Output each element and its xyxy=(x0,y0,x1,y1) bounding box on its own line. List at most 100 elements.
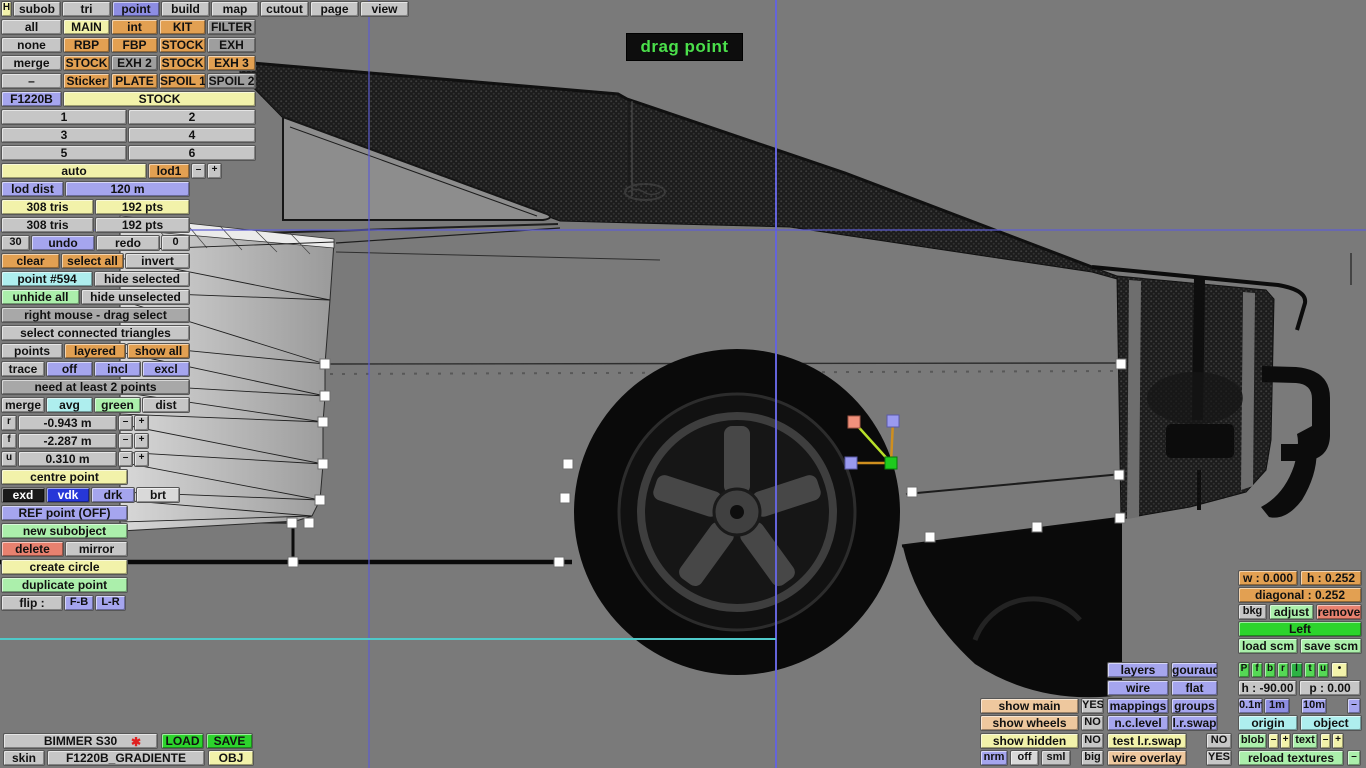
btn-show-wheels[interactable]: show wheels xyxy=(980,715,1079,731)
btn-unhide-all[interactable]: unhide all xyxy=(1,289,80,305)
btn-green[interactable]: green xyxy=(94,397,141,413)
selected-point[interactable] xyxy=(286,517,298,529)
btn-big[interactable]: big xyxy=(1081,750,1104,766)
btn-hide-selected[interactable]: hide selected xyxy=(94,271,190,287)
btn-308-tris[interactable]: 308 tris xyxy=(1,217,94,233)
btn-select-all[interactable]: select all xyxy=(61,253,124,269)
btn-exh-3[interactable]: EXH 3 xyxy=(207,55,256,71)
btn-n-c-level[interactable]: n.c.level xyxy=(1107,715,1169,731)
btn-show-all[interactable]: show all xyxy=(127,343,190,359)
btn-brt[interactable]: brt xyxy=(136,487,180,503)
btn-30[interactable]: 30 xyxy=(1,235,30,251)
btn-remove[interactable]: remove xyxy=(1316,604,1362,620)
selected-point[interactable] xyxy=(559,492,571,504)
btn-l-r[interactable]: L-R xyxy=(95,595,126,611)
btn-308-tris[interactable]: 308 tris xyxy=(1,199,94,215)
btn-auto[interactable]: auto xyxy=(1,163,147,179)
selected-point[interactable] xyxy=(319,390,331,402)
btn-0-943-m[interactable]: -0.943 m xyxy=(18,415,117,431)
btn-192-pts[interactable]: 192 pts xyxy=(95,217,190,233)
btn-main[interactable]: MAIN xyxy=(63,19,110,35)
btn-select-connected-triangles[interactable]: select connected triangles xyxy=(1,325,190,341)
btn-stock[interactable]: STOCK xyxy=(63,91,256,107)
btn-obj[interactable]: OBJ xyxy=(208,750,254,766)
selected-point[interactable] xyxy=(553,556,565,568)
selected-point[interactable] xyxy=(303,517,315,529)
selected-point[interactable] xyxy=(1031,521,1043,533)
btn-show-main[interactable]: show main xyxy=(980,698,1079,714)
btn-bkg[interactable]: bkg xyxy=(1238,604,1267,620)
btn-[interactable]: – xyxy=(118,415,133,431)
btn-spoil-1[interactable]: SPOIL 1 xyxy=(159,73,206,89)
drag-handle-horizontal[interactable] xyxy=(844,456,858,470)
selected-point[interactable] xyxy=(287,556,299,568)
btn-points[interactable]: points xyxy=(1,343,63,359)
btn-[interactable]: – xyxy=(1,73,62,89)
btn-2[interactable]: 2 xyxy=(128,109,256,125)
btn-r[interactable]: r xyxy=(1,415,17,431)
btn-object[interactable]: object xyxy=(1300,715,1362,731)
btn-f[interactable]: f xyxy=(1,433,17,449)
selected-point[interactable] xyxy=(1113,469,1125,481)
selected-point[interactable] xyxy=(317,458,329,470)
btn-[interactable]: – xyxy=(1320,733,1331,749)
btn-[interactable]: + xyxy=(134,433,149,449)
btn-map[interactable]: map xyxy=(211,1,259,17)
btn-stock[interactable]: STOCK xyxy=(159,37,206,53)
btn-0[interactable]: 0 xyxy=(161,235,190,251)
btn-yes[interactable]: YES xyxy=(1206,750,1232,766)
btn-lod1[interactable]: lod1 xyxy=(148,163,190,179)
btn-192-pts[interactable]: 192 pts xyxy=(95,199,190,215)
btn-all[interactable]: all xyxy=(1,19,62,35)
btn-[interactable]: – xyxy=(1347,698,1361,714)
btn-none[interactable]: none xyxy=(1,37,62,53)
btn-[interactable]: – xyxy=(191,163,206,179)
btn-diagonal-0-252[interactable]: diagonal : 0.252 xyxy=(1238,587,1362,603)
btn-mirror[interactable]: mirror xyxy=(65,541,128,557)
btn-new-subobject[interactable]: new subobject xyxy=(1,523,128,539)
btn-tri[interactable]: tri xyxy=(62,1,111,17)
btn-[interactable]: – xyxy=(118,451,133,467)
selected-point[interactable] xyxy=(314,494,326,506)
btn-adjust[interactable]: adjust xyxy=(1269,604,1314,620)
btn-u[interactable]: u xyxy=(1317,662,1329,678)
btn-groups[interactable]: groups xyxy=(1171,698,1218,714)
btn-filter[interactable]: FILTER xyxy=(207,19,256,35)
btn-[interactable]: + xyxy=(1332,733,1344,749)
btn-flat[interactable]: flat xyxy=(1171,680,1218,696)
btn-h-0-252[interactable]: h : 0.252 xyxy=(1300,570,1362,586)
btn-[interactable]: + xyxy=(134,415,149,431)
btn-b[interactable]: b xyxy=(1264,662,1276,678)
btn-show-hidden[interactable]: show hidden xyxy=(980,733,1079,749)
btn-flip[interactable]: flip : xyxy=(1,595,63,611)
view-side[interactable]: Left xyxy=(1238,621,1362,637)
btn-exh[interactable]: EXH xyxy=(207,37,256,53)
btn-excl[interactable]: excl xyxy=(142,361,190,377)
btn-duplicate-point[interactable]: duplicate point xyxy=(1,577,128,593)
btn-5[interactable]: 5 xyxy=(1,145,127,161)
btn-subob[interactable]: subob xyxy=(13,1,61,17)
btn-off[interactable]: off xyxy=(46,361,93,377)
btn-int[interactable]: int xyxy=(111,19,158,35)
btn-[interactable]: + xyxy=(134,451,149,467)
btn-f[interactable]: f xyxy=(1251,662,1263,678)
btn-hide-unselected[interactable]: hide unselected xyxy=(81,289,190,305)
btn-incl[interactable]: incl xyxy=(94,361,141,377)
selected-point[interactable] xyxy=(1115,358,1127,370)
btn-no[interactable]: NO xyxy=(1081,733,1104,749)
btn-invert[interactable]: invert xyxy=(125,253,190,269)
btn-r[interactable]: r xyxy=(1277,662,1289,678)
btn-avg[interactable]: avg xyxy=(46,397,93,413)
drag-handle-vertical[interactable] xyxy=(886,414,900,428)
btn-origin[interactable]: origin xyxy=(1238,715,1298,731)
btn-drk[interactable]: drk xyxy=(91,487,135,503)
btn-sticker[interactable]: Sticker xyxy=(63,73,110,89)
btn-page[interactable]: page xyxy=(310,1,359,17)
btn-p-0-00[interactable]: p : 0.00 xyxy=(1299,680,1361,696)
btn-merge[interactable]: merge xyxy=(1,397,45,413)
btn-load-scm[interactable]: load scm xyxy=(1238,638,1298,654)
btn-undo[interactable]: undo xyxy=(31,235,95,251)
btn-save-scm[interactable]: save scm xyxy=(1300,638,1362,654)
btn-10m[interactable]: 10m xyxy=(1301,698,1327,714)
btn-merge[interactable]: merge xyxy=(1,55,62,71)
